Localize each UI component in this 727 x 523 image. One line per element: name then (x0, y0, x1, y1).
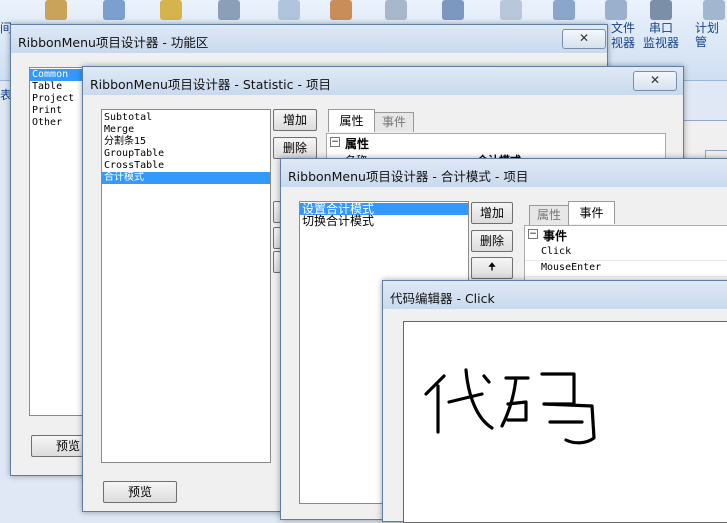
titlebar: RibbonMenu项目设计器 - 功能区 ✕ (11, 25, 607, 53)
window-title: RibbonMenu项目设计器 - Statistic - 项目 (90, 77, 331, 92)
delete-button[interactable]: 删除 (471, 230, 513, 252)
list-item[interactable]: Merge (102, 124, 270, 136)
statistic-item-list[interactable]: Subtotal Merge 分割条15 GroupTable CrossTable 合计… (101, 109, 271, 463)
close-button[interactable]: ✕ (633, 71, 677, 91)
list-item[interactable]: Table (30, 81, 86, 93)
titlebar: RibbonMenu项目设计器 - 合计模式 - 项目 (281, 159, 727, 187)
list-item[interactable]: Other (30, 117, 86, 129)
toolbar-icon[interactable] (103, 0, 125, 20)
toolbar-icon[interactable] (385, 0, 407, 20)
window-title: RibbonMenu项目设计器 - 功能区 (18, 35, 209, 50)
preview-button[interactable]: 预览 (103, 481, 177, 503)
toolbar-icon[interactable] (160, 0, 182, 20)
file-monitor-icon[interactable] (605, 0, 627, 20)
grid-category: 属性 (345, 137, 370, 151)
tab-events[interactable]: 事件 (374, 112, 414, 132)
add-button[interactable]: 增加 (471, 202, 513, 224)
serial-monitor-label-1[interactable]: 串口 (649, 21, 673, 35)
planner-icon[interactable] (703, 0, 725, 20)
toolbar-icon[interactable] (330, 0, 352, 20)
list-item[interactable]: Common (30, 69, 86, 81)
code-editor-window: 代码编辑器 - Click 代码 (382, 280, 727, 523)
event-name: Click (541, 246, 572, 257)
handwritten-code-text (424, 368, 596, 445)
collapse-icon[interactable]: − (330, 137, 340, 147)
list-item[interactable]: GroupTable (102, 148, 270, 160)
file-monitor-label-2[interactable]: 视器 (611, 36, 635, 50)
toolbar-icon[interactable] (500, 0, 522, 20)
toolbar-icon[interactable] (218, 0, 240, 20)
list-item[interactable]: CrossTable (102, 160, 270, 172)
event-row[interactable]: Click (525, 244, 727, 261)
toolbar-icon[interactable] (45, 0, 67, 20)
delete-button[interactable]: 删除 (273, 137, 317, 159)
file-monitor-label-1[interactable]: 文件 (611, 21, 635, 35)
code-editor-area[interactable]: 代码 (403, 321, 727, 523)
tab-properties[interactable]: 属性 (529, 205, 569, 225)
tab-events[interactable]: 事件 (568, 201, 615, 224)
grid-category: 事件 (543, 229, 568, 243)
toolbar-icon[interactable] (278, 0, 300, 20)
list-item[interactable]: 切换合计模式 (300, 215, 468, 228)
list-item[interactable]: Subtotal (102, 112, 270, 124)
event-grid[interactable]: − 事件 Click MouseEnter (524, 225, 727, 287)
event-row[interactable]: MouseEnter (525, 260, 727, 277)
tab-properties[interactable]: 属性 (328, 109, 375, 132)
list-item[interactable]: Project (30, 93, 86, 105)
list-item[interactable]: Print (30, 105, 86, 117)
serial-monitor-label-2[interactable]: 监视器 (643, 36, 679, 50)
window-title: RibbonMenu项目设计器 - 合计模式 - 项目 (288, 169, 529, 184)
close-button[interactable]: ✕ (562, 29, 606, 49)
event-name: MouseEnter (541, 262, 602, 273)
add-button[interactable]: 增加 (273, 109, 317, 131)
serial-monitor-icon[interactable] (650, 0, 672, 20)
toolbar-icon[interactable] (442, 0, 464, 20)
toolbar-icon[interactable] (553, 0, 575, 20)
titlebar: 代码编辑器 - Click (383, 281, 727, 309)
list-item[interactable]: 合计模式 (102, 172, 270, 184)
titlebar: RibbonMenu项目设计器 - Statistic - 项目 ✕ (83, 67, 683, 95)
collapse-icon[interactable]: − (528, 229, 538, 239)
function-list[interactable]: Common Table Project Print Other (29, 67, 87, 416)
list-item[interactable]: 分割条15 (102, 136, 270, 148)
planner-label[interactable]: 计划管 (695, 21, 727, 49)
move-up-button[interactable]: 🠉 (471, 257, 513, 279)
window-title: 代码编辑器 - Click (390, 291, 495, 306)
